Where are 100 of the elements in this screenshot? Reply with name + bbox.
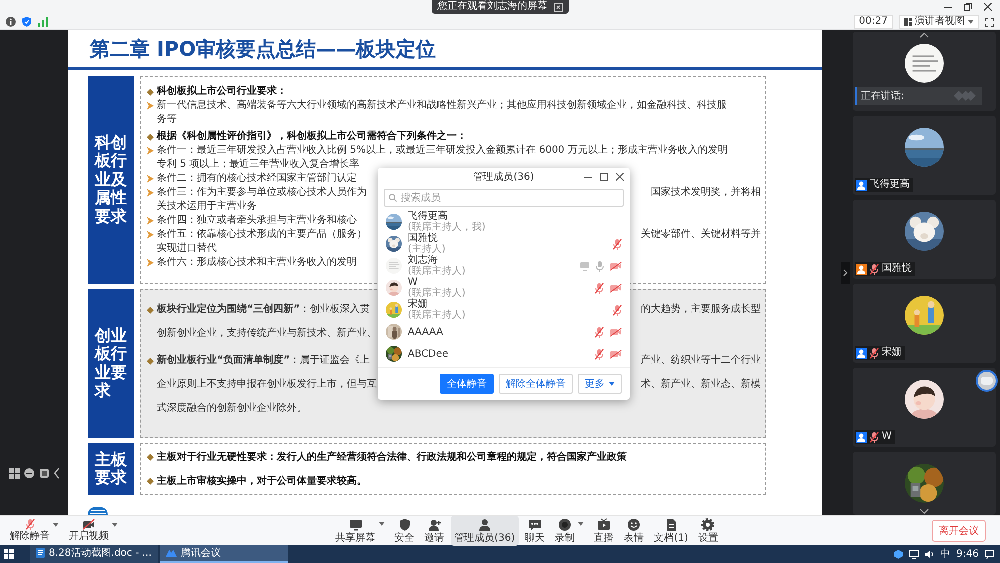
share-screen-icon [348, 518, 363, 532]
slide-text: 务等 [157, 113, 177, 127]
toolbar-button[interactable]: 共享屏幕 [332, 516, 389, 546]
start-icon[interactable] [4, 549, 14, 559]
slide-text: 式深度融合的创新创业企业除外。 [157, 402, 307, 416]
slide-title: 第二章 IPO审核要点总结——板块定位 [89, 36, 438, 63]
camera-off-icon [83, 519, 95, 530]
maximize-icon[interactable] [600, 173, 608, 181]
emoji-icon [627, 518, 642, 532]
view-button[interactable]: 演讲者视图 [899, 15, 979, 29]
info-icon[interactable] [6, 17, 16, 27]
dialog-button[interactable]: 全体静音 [440, 374, 494, 394]
pin-icon[interactable] [38, 468, 50, 479]
toolbar-button[interactable]: 文档(1) [650, 516, 692, 546]
minimize-view-icon[interactable] [24, 468, 34, 479]
chat-icon [528, 518, 542, 532]
dialog-button[interactable]: 更多 [578, 374, 622, 394]
toolbar-button[interactable]: 直播 [590, 516, 618, 546]
collapse-icon[interactable] [54, 468, 60, 479]
search-field[interactable]: 搜索成员 [384, 189, 624, 207]
caret-icon[interactable] [609, 382, 615, 386]
arrow-bullet-icon [147, 147, 154, 155]
chevron-down-icon[interactable] [920, 509, 929, 514]
member-row[interactable]: 宋姗 (联席主持人) [378, 299, 630, 321]
diamond-icon [147, 358, 154, 364]
video-tile[interactable] [853, 452, 996, 515]
caret-icon[interactable] [53, 523, 59, 527]
chevron-up-icon[interactable] [920, 33, 929, 38]
toolbar-button[interactable]: 邀请 [420, 516, 449, 546]
slide-text: 术、新产业、新业态、新模 [640, 378, 761, 392]
video-tile[interactable]: W [853, 368, 996, 447]
video-tile[interactable]: 国雅悦 [853, 200, 996, 279]
caret-icon[interactable] [968, 20, 974, 24]
toolbar-button[interactable]: 解除静音 [6, 517, 63, 544]
volume-icon[interactable] [924, 550, 935, 558]
member-role: (联席主持人) [408, 266, 467, 277]
video-tile[interactable]: 飞得更高 [853, 116, 996, 195]
close-icon[interactable] [616, 173, 624, 181]
member-name: 刘志海 [408, 255, 438, 266]
slide-text: 科创板拟上市公司行业要求： [157, 85, 287, 99]
slide-text: 产业、纺织业等十二个行业 [640, 354, 761, 368]
toolbar-button[interactable]: 安全 [390, 516, 419, 546]
slide-text: 企业原则上不支持申报在创业板发行上市，但与互 [157, 378, 377, 392]
caret-icon[interactable] [578, 522, 584, 526]
settings-icon [701, 518, 716, 532]
member-row[interactable]: 国雅悦 (主持人) [378, 233, 630, 255]
search-icon [389, 194, 397, 202]
slide-text: 条件二：拥有的核心技术经国家主管部门认定 [157, 172, 357, 186]
exit-icon[interactable] [554, 2, 562, 12]
video-tile[interactable]: 宋姗 [853, 284, 996, 363]
toolbar-button[interactable]: 开启视频 [65, 517, 122, 544]
tray-app-icon[interactable] [894, 550, 903, 558]
participant-name: W [882, 431, 892, 443]
slide-text: 关技术运用于主营业务 [157, 200, 257, 214]
slide-text: 主板上市审核实操中，对于公司体量要求较高。 [157, 474, 367, 489]
invite-icon [428, 518, 442, 532]
slide-text: 条件五：依靠核心技术形成的主要产品（服务） [157, 228, 367, 242]
arrow-bullet-icon [147, 259, 154, 267]
fullscreen-icon[interactable] [985, 18, 994, 26]
diamond-icon [147, 454, 154, 461]
member-row[interactable]: W (联席主持人) [378, 277, 630, 299]
toolbar-button[interactable]: 聊天 [521, 516, 550, 546]
shield-icon[interactable] [22, 17, 32, 27]
member-row[interactable]: 刘志海 (联席主持人) [378, 255, 630, 277]
floating-ball-icon[interactable] [976, 370, 998, 392]
notification-icon[interactable] [985, 550, 994, 558]
taskbar-item[interactable]: 8.28活动截图.doc - ... [30, 545, 158, 563]
wave-icon [954, 91, 976, 101]
section-label: 科创板行业及属性要求 [88, 76, 134, 284]
caret-icon[interactable] [112, 523, 118, 527]
participant-name: 飞得更高 [870, 179, 910, 191]
toolbar-button[interactable]: 管理成员(36) [450, 516, 520, 546]
slide-text: 条件三：作为主要参与单位或核心技术人员作为 [157, 186, 367, 200]
taskbar-item[interactable]: 腾讯会议 [160, 545, 288, 563]
live-icon [597, 518, 612, 532]
caret-icon[interactable] [378, 522, 385, 526]
expand-icon[interactable] [841, 262, 850, 284]
grid-icon[interactable] [8, 468, 20, 479]
arrow-bullet-icon [147, 175, 154, 183]
document-icon [664, 518, 678, 532]
slide-text: 条件一：最近三年研发投入占营业收入比例 5%以上，或最近三年研发投入金额累计在 6000 万元以上；形成主营业务收入的发明 [157, 144, 728, 158]
input-method[interactable]: 中 [940, 547, 951, 561]
arrow-bullet-icon [147, 102, 154, 110]
video-tile[interactable]: 正在讲话: [853, 32, 996, 111]
network-icon[interactable] [908, 550, 919, 558]
toolbar-button[interactable]: 设置 [694, 516, 722, 546]
member-role: (联席主持人) [408, 310, 467, 321]
leave-button[interactable]: 离开会议 [932, 520, 986, 542]
layout-icon [904, 18, 912, 26]
dialog-button[interactable]: 解除全体静音 [499, 374, 573, 394]
restore-icon[interactable] [964, 3, 972, 11]
toolbar-button[interactable]: 表情 [620, 516, 648, 546]
slide-text: 国家技术发明奖，并将相 [650, 186, 761, 200]
member-row[interactable]: ABCDee [378, 343, 630, 365]
member-row[interactable]: AAAAA [378, 321, 630, 343]
meeting-timer: 00:27 [854, 15, 893, 29]
close-icon[interactable] [984, 3, 992, 11]
slide-text: 根据《科创属性评价指引》，科创板拟上市公司需符合下列条件之一： [157, 130, 467, 144]
member-row[interactable]: 飞得更高 (联席主持人，我) [378, 211, 630, 233]
document-icon [36, 548, 45, 558]
